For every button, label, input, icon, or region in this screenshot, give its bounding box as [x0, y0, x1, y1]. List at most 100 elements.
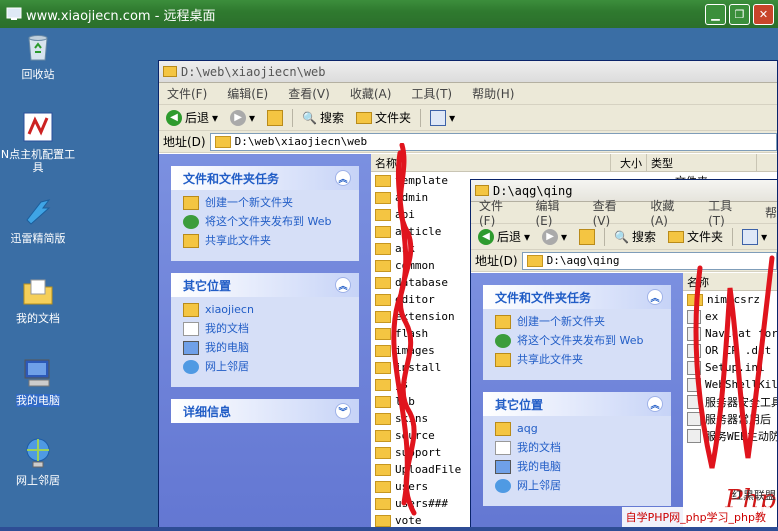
explorer-window-qing: D:\aqg\qing 文件(F) 编辑(E) 查看(V) 收藏(A) 工具(T…	[470, 179, 778, 531]
menu-edit[interactable]: 编辑(E)	[535, 197, 574, 228]
menu-edit[interactable]: 编辑(E)	[227, 85, 268, 102]
file-icon	[687, 394, 701, 409]
file-name: OR CR .dat	[705, 344, 772, 357]
expand-chevron-icon[interactable]: ︾	[335, 403, 351, 419]
panel-header[interactable]: 文件和文件夹任务 ︽	[483, 285, 671, 309]
forward-button[interactable]: ▶ ▾	[539, 228, 570, 245]
list-item[interactable]: WebShellKill	[683, 376, 778, 393]
column-name[interactable]: 名称	[683, 273, 777, 290]
menu-view[interactable]: 查看(V)	[288, 85, 330, 102]
collapse-chevron-icon[interactable]: ︽	[647, 396, 663, 412]
menu-file[interactable]: 文件(F)	[479, 197, 517, 228]
list-item[interactable]: 服务器常用后	[683, 410, 777, 427]
address-bar: 地址(D) D:\aqg\qing	[471, 250, 777, 272]
place-network[interactable]: 网上邻居	[183, 360, 349, 374]
desktop-icon-thunder[interactable]: 迅雷精简版	[0, 194, 76, 245]
column-name[interactable]: 名称	[371, 154, 611, 171]
forward-button[interactable]: ▶ ▾	[227, 109, 258, 126]
folder-icon	[375, 242, 391, 255]
search-button[interactable]: 🔍 搜索	[299, 109, 347, 126]
menu-tools[interactable]: 工具(T)	[708, 197, 747, 228]
list-item[interactable]: Navicat for S	[683, 325, 777, 342]
maximize-button[interactable]: ❐	[729, 4, 750, 25]
panel-header[interactable]: 文件和文件夹任务 ︽	[171, 166, 359, 190]
address-input[interactable]: D:\aqg\qing	[521, 251, 777, 270]
folders-button[interactable]: 文件夹	[665, 228, 726, 245]
menu-view[interactable]: 查看(V)	[593, 197, 633, 228]
panel-header[interactable]: 详细信息 ︾	[171, 399, 359, 423]
views-button[interactable]: ▾	[739, 228, 770, 245]
task-publish-web[interactable]: 将这个文件夹发布到 Web	[183, 215, 349, 229]
search-button[interactable]: 🔍 搜索	[611, 228, 659, 245]
place-my-documents[interactable]: 我的文档	[495, 441, 661, 455]
file-icon	[687, 326, 701, 341]
desktop-icon-recycle-bin[interactable]: 回收站	[0, 30, 76, 81]
my-computer-icon	[183, 341, 199, 355]
list-item[interactable]: Setup.ini	[683, 359, 777, 376]
file-tasks-panel: 文件和文件夹任务 ︽ 创建一个新文件夹 将这个文件夹发布到 Web 共享此文件夹	[483, 285, 671, 380]
minimize-button[interactable]: ▁	[705, 4, 726, 25]
menu-help[interactable]: 帮	[765, 204, 777, 221]
task-share-folder[interactable]: 共享此文件夹	[183, 234, 349, 248]
back-button[interactable]: ◀ 后退 ▾	[163, 109, 221, 126]
folder-icon	[495, 422, 511, 436]
task-new-folder[interactable]: 创建一个新文件夹	[495, 315, 661, 329]
desktop-icon-my-computer[interactable]: 我的电脑	[0, 356, 76, 407]
desktop-icon-network[interactable]: 网上邻居	[0, 436, 76, 487]
collapse-chevron-icon[interactable]: ︽	[647, 289, 663, 305]
folder-icon	[375, 174, 391, 187]
new-folder-icon	[183, 196, 199, 210]
collapse-chevron-icon[interactable]: ︽	[335, 277, 351, 293]
list-item[interactable]: 服务器安全工具	[683, 393, 777, 410]
folder-icon	[375, 225, 391, 238]
close-button[interactable]: ✕	[753, 4, 774, 25]
remote-desktop-titlebar: www.xiaojiecn.com - 远程桌面 ▁ ❐ ✕	[0, 0, 778, 28]
list-item[interactable]: 服务WEB主动防	[683, 427, 777, 444]
file-name: WebShellKill	[705, 378, 778, 391]
folder-icon	[375, 293, 391, 306]
place-my-documents[interactable]: 我的文档	[183, 322, 349, 336]
folder-icon	[526, 254, 543, 267]
list-item[interactable]: nimicsrz	[683, 291, 777, 308]
menu-file[interactable]: 文件(F)	[167, 85, 207, 102]
folder-icon	[163, 66, 177, 77]
up-button[interactable]	[264, 109, 286, 126]
menu-favorites[interactable]: 收藏(A)	[650, 197, 690, 228]
place-my-computer[interactable]: 我的电脑	[183, 341, 349, 355]
address-label: 地址(D)	[475, 254, 518, 268]
remote-desktop-icon	[6, 7, 22, 20]
menu-favorites[interactable]: 收藏(A)	[350, 85, 392, 102]
views-button[interactable]: ▾	[427, 109, 458, 126]
menu-tools[interactable]: 工具(T)	[411, 85, 452, 102]
column-type[interactable]: 类型	[647, 154, 757, 171]
folder-icon	[375, 378, 391, 391]
task-share-folder[interactable]: 共享此文件夹	[495, 353, 661, 367]
menu-help[interactable]: 帮助(H)	[472, 85, 514, 102]
collapse-chevron-icon[interactable]: ︽	[335, 170, 351, 186]
my-documents-icon	[23, 279, 53, 305]
my-documents-icon	[495, 441, 511, 455]
task-publish-web[interactable]: 将这个文件夹发布到 Web	[495, 334, 661, 348]
folder-icon	[375, 429, 391, 442]
thunder-icon	[26, 199, 51, 225]
search-icon: 🔍	[302, 110, 318, 125]
place-my-computer[interactable]: 我的电脑	[495, 460, 661, 474]
network-neighborhood-icon	[26, 438, 50, 468]
desktop-icon-my-documents[interactable]: 我的文档	[0, 274, 76, 325]
panel-header[interactable]: 其它位置 ︽	[483, 392, 671, 416]
back-button[interactable]: ◀ 后退 ▾	[475, 228, 533, 245]
up-button[interactable]	[576, 228, 598, 245]
place-network[interactable]: 网上邻居	[495, 479, 661, 493]
place-xiaojiecn[interactable]: xiaojiecn	[183, 303, 349, 317]
address-input[interactable]: D:\web\xiaojiecn\web	[209, 132, 777, 151]
folder-icon	[375, 191, 391, 204]
place-aqg[interactable]: aqg	[495, 422, 661, 436]
panel-header[interactable]: 其它位置 ︽	[171, 273, 359, 297]
list-item[interactable]: OR CR .dat	[683, 342, 777, 359]
desktop-icon-n-host-config[interactable]: N点主机配置工具	[0, 110, 76, 174]
folders-button[interactable]: 文件夹	[353, 109, 414, 126]
task-new-folder[interactable]: 创建一个新文件夹	[183, 196, 349, 210]
column-size[interactable]: 大小	[611, 154, 647, 171]
views-icon	[742, 228, 759, 245]
list-item[interactable]: ex	[683, 308, 777, 325]
